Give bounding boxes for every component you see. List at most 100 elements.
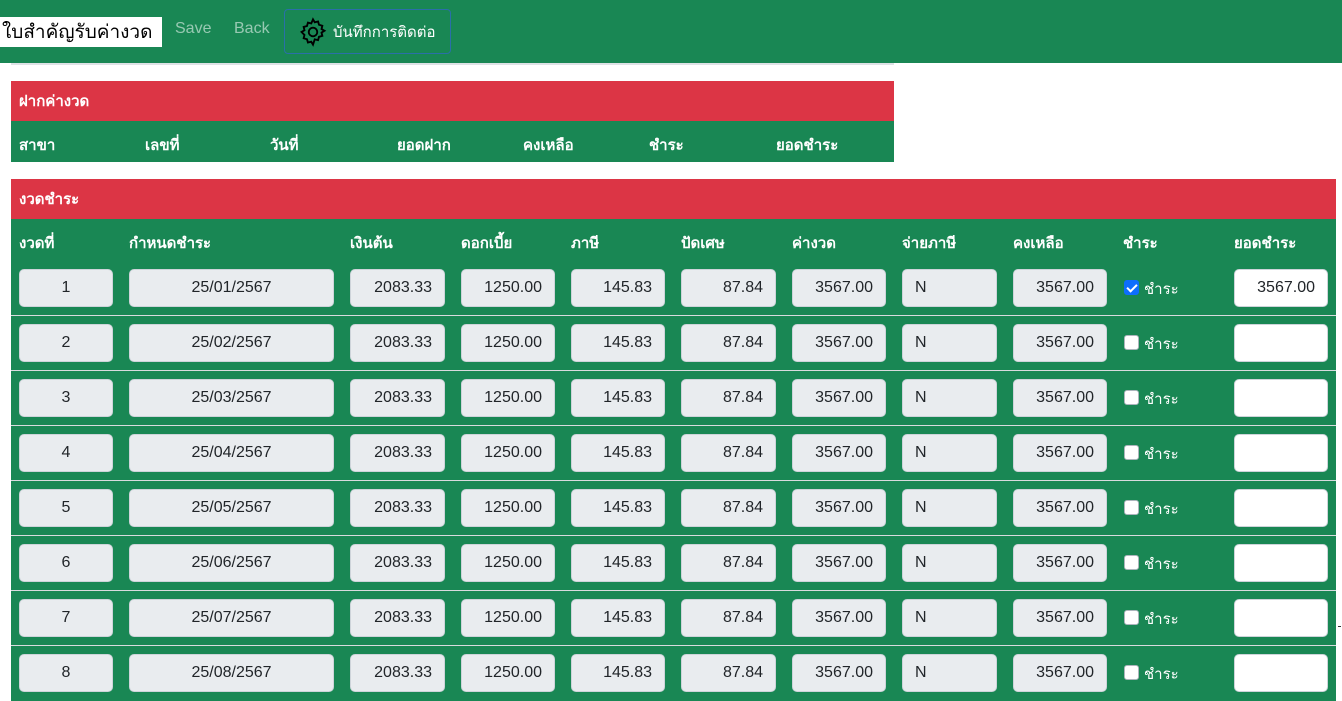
col-interest: ดอกเบี้ย <box>461 234 513 252</box>
pay-tax-field: N <box>902 654 997 692</box>
pay-tax-field: N <box>902 599 997 637</box>
pay-checkbox[interactable] <box>1124 610 1139 625</box>
installment-amount-field: 3567.00 <box>792 599 886 637</box>
col-pay-amount: ยอดชำระ <box>1234 234 1297 252</box>
pay-amount-input[interactable] <box>1234 434 1328 472</box>
pay-checkbox[interactable] <box>1124 555 1139 570</box>
col-due-date: กำหนดชำระ <box>129 234 212 252</box>
pay-checkbox-label[interactable]: ชำระ <box>1144 332 1179 356</box>
col-pay-tax: จ่ายภาษี <box>902 234 957 252</box>
deposit-col-pay-amount: ยอดชำระ <box>776 136 839 154</box>
pay-checkbox[interactable] <box>1124 390 1139 405</box>
rounding-field: 87.84 <box>681 489 776 527</box>
tax-field: 145.83 <box>571 324 665 362</box>
pay-tax-field: N <box>902 269 997 307</box>
tax-field: 145.83 <box>571 269 665 307</box>
installment-amount-field: 3567.00 <box>792 379 886 417</box>
due-date-field: 25/07/2567 <box>129 599 334 637</box>
row-separator <box>11 590 1336 591</box>
row-separator <box>11 315 1336 316</box>
rounding-field: 87.84 <box>681 654 776 692</box>
deposit-table-header: สาขา เลขที่ วันที่ ยอดฝาก คงเหลือ ชำระ ย… <box>11 121 894 162</box>
balance-field: 3567.00 <box>1013 269 1107 307</box>
pay-checkbox-label[interactable]: ชำระ <box>1144 607 1179 631</box>
pay-checkbox-label[interactable]: ชำระ <box>1144 277 1179 301</box>
tax-field: 145.83 <box>571 379 665 417</box>
pay-checkbox[interactable] <box>1124 445 1139 460</box>
principal-field: 2083.33 <box>350 269 445 307</box>
row-separator <box>11 480 1336 481</box>
interest-field: 1250.00 <box>461 379 555 417</box>
back-link[interactable]: Back <box>234 20 270 38</box>
deposit-col-branch: สาขา <box>19 136 56 154</box>
principal-field: 2083.33 <box>350 379 445 417</box>
principal-field: 2083.33 <box>350 324 445 362</box>
rounding-field: 87.84 <box>681 599 776 637</box>
tax-field: 145.83 <box>571 599 665 637</box>
principal-field: 2083.33 <box>350 599 445 637</box>
rounding-field: 87.84 <box>681 544 776 582</box>
deposit-col-number: เลขที่ <box>145 136 180 154</box>
installment-no-field: 2 <box>19 324 113 362</box>
pay-amount-input[interactable] <box>1234 489 1328 527</box>
pay-checkbox[interactable] <box>1124 665 1139 680</box>
pay-checkbox[interactable] <box>1124 335 1139 350</box>
installment-no-field: 5 <box>19 489 113 527</box>
row-separator <box>11 535 1336 536</box>
pay-checkbox-label[interactable]: ชำระ <box>1144 387 1179 411</box>
pay-checkbox-label[interactable]: ชำระ <box>1144 552 1179 576</box>
balance-field: 3567.00 <box>1013 599 1107 637</box>
interest-field: 1250.00 <box>461 434 555 472</box>
pay-tax-field: N <box>902 379 997 417</box>
installment-amount-field: 3567.00 <box>792 324 886 362</box>
due-date-field: 25/01/2567 <box>129 269 334 307</box>
pay-tax-field: N <box>902 544 997 582</box>
pay-tax-field: N <box>902 434 997 472</box>
col-tax: ภาษี <box>571 234 600 252</box>
pay-checkbox[interactable] <box>1124 500 1139 515</box>
deposit-col-pay: ชำระ <box>649 136 684 154</box>
pay-checkbox-label[interactable]: ชำระ <box>1144 662 1179 686</box>
tax-field: 145.83 <box>571 544 665 582</box>
tax-field: 145.83 <box>571 654 665 692</box>
pay-checkbox-label[interactable]: ชำระ <box>1144 442 1179 466</box>
installment-amount-field: 3567.00 <box>792 544 886 582</box>
pay-amount-input[interactable] <box>1234 599 1328 637</box>
pay-amount-input[interactable] <box>1234 324 1328 362</box>
col-principal: เงินต้น <box>350 234 393 252</box>
col-balance: คงเหลือ <box>1013 234 1064 252</box>
due-date-field: 25/02/2567 <box>129 324 334 362</box>
gear-icon <box>300 16 327 47</box>
pay-checkbox[interactable] <box>1124 280 1139 295</box>
installment-table-header: งวดที่ กำหนดชำระ เงินต้น ดอกเบี้ย ภาษี ป… <box>11 219 1336 261</box>
tax-field: 145.83 <box>571 434 665 472</box>
pay-amount-input[interactable] <box>1234 379 1328 417</box>
divider <box>11 63 894 65</box>
due-date-field: 25/04/2567 <box>129 434 334 472</box>
deposit-col-balance: คงเหลือ <box>523 136 574 154</box>
principal-field: 2083.33 <box>350 654 445 692</box>
balance-field: 3567.00 <box>1013 324 1107 362</box>
col-pay: ชำระ <box>1123 234 1158 252</box>
row-separator <box>11 370 1336 371</box>
deposit-col-amount: ยอดฝาก <box>397 136 451 154</box>
col-rounding: ปัดเศษ <box>681 234 725 252</box>
pay-amount-input[interactable] <box>1234 544 1328 582</box>
rounding-field: 87.84 <box>681 269 776 307</box>
due-date-field: 25/03/2567 <box>129 379 334 417</box>
contact-record-button[interactable]: บันทึกการติดต่อ <box>284 9 451 54</box>
pay-amount-input[interactable] <box>1234 654 1328 692</box>
save-link[interactable]: Save <box>175 20 211 38</box>
pay-tax-field: N <box>902 324 997 362</box>
page-title: ใบสำคัญรับค่างวด <box>0 17 162 47</box>
deposit-section-title: ฝากค่างวด <box>11 81 894 121</box>
principal-field: 2083.33 <box>350 489 445 527</box>
pay-tax-field: N <box>902 489 997 527</box>
balance-field: 3567.00 <box>1013 379 1107 417</box>
interest-field: 1250.00 <box>461 599 555 637</box>
interest-field: 1250.00 <box>461 544 555 582</box>
pay-amount-input[interactable]: 3567.00 <box>1234 269 1328 307</box>
pay-checkbox-label[interactable]: ชำระ <box>1144 497 1179 521</box>
balance-field: 3567.00 <box>1013 654 1107 692</box>
installment-amount-field: 3567.00 <box>792 489 886 527</box>
